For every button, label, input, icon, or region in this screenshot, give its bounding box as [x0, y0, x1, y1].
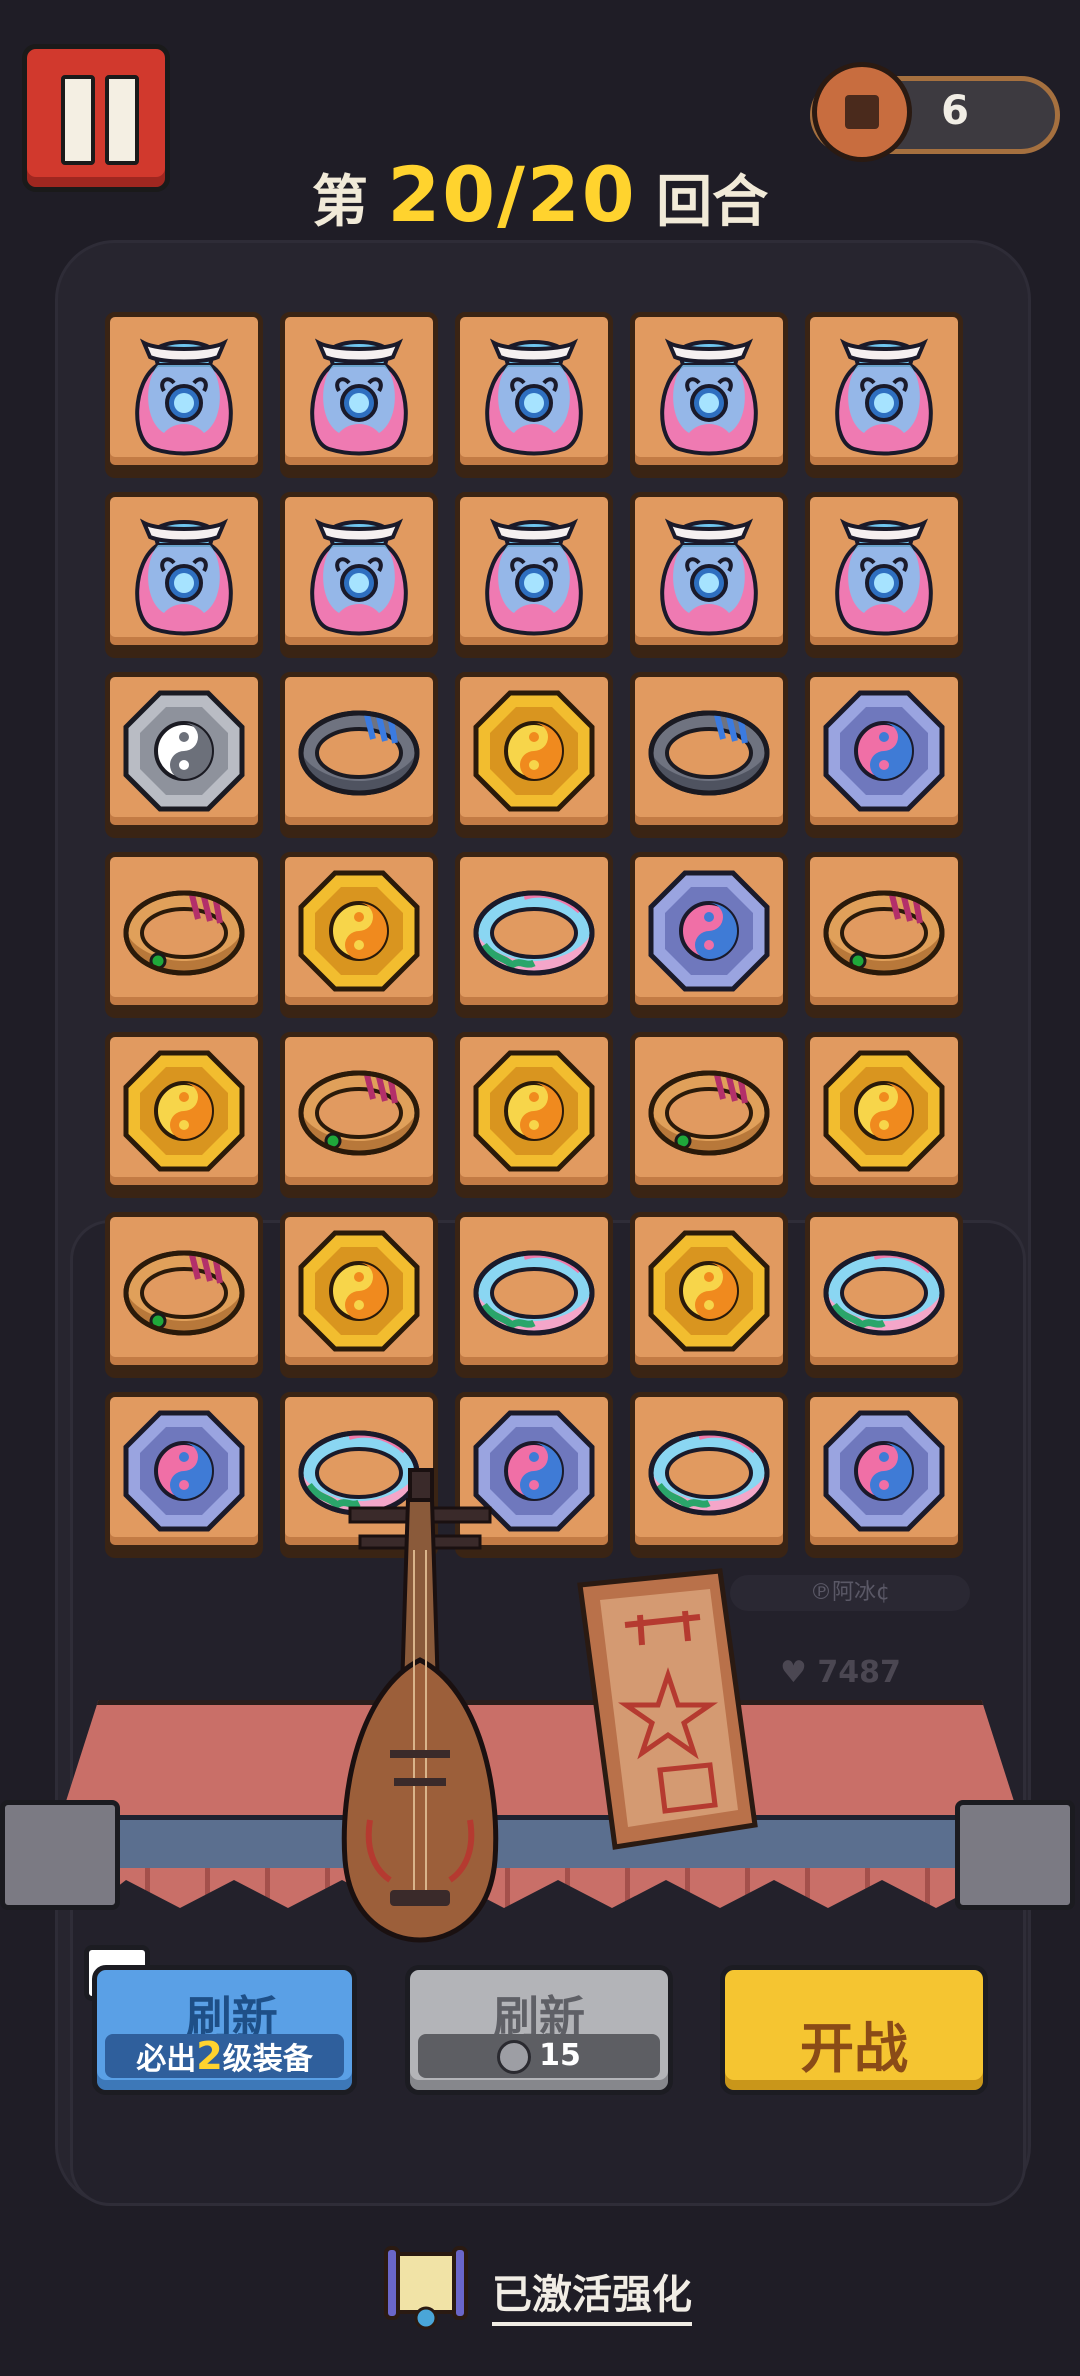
- equipment-slot[interactable]: [105, 1212, 263, 1370]
- equipment-slot[interactable]: [105, 1392, 263, 1550]
- refresh-cost: 15: [418, 2034, 660, 2078]
- equipment-slot[interactable]: [805, 1032, 963, 1190]
- equipment-slot[interactable]: [455, 1212, 613, 1370]
- equipment-slot[interactable]: [455, 672, 613, 830]
- coin-count: 6: [941, 88, 969, 134]
- stage-platform: [60, 1700, 1020, 1820]
- round-number: 20/20: [387, 150, 637, 239]
- equipment-slot[interactable]: [280, 1212, 438, 1370]
- round-indicator: 第 20/20 回合: [311, 150, 769, 239]
- equipment-slot[interactable]: [805, 1212, 963, 1370]
- start-battle-button[interactable]: 开战: [720, 1965, 988, 2095]
- opponent-score: ♥ 7487: [780, 1655, 901, 1690]
- talisman-scroll-icon[interactable]: [570, 1565, 760, 1855]
- equipment-slot[interactable]: [805, 492, 963, 650]
- equipment-slot[interactable]: [105, 672, 263, 830]
- enhancement-status[interactable]: 已激活强化: [380, 2240, 720, 2330]
- equipment-slot[interactable]: [280, 672, 438, 830]
- equipment-slot[interactable]: [455, 312, 613, 470]
- equipment-slot[interactable]: [455, 492, 613, 650]
- equipment-slot[interactable]: [105, 492, 263, 650]
- equipment-slot[interactable]: [105, 852, 263, 1010]
- equipment-grid: [105, 312, 965, 1555]
- equipment-slot[interactable]: [630, 1212, 788, 1370]
- equipment-slot[interactable]: [280, 492, 438, 650]
- equipment-slot[interactable]: [105, 312, 263, 470]
- equipment-slot[interactable]: [630, 1392, 788, 1550]
- equipment-slot[interactable]: [105, 1032, 263, 1190]
- equipment-slot[interactable]: [630, 312, 788, 470]
- refresh-button[interactable]: 刷新 15: [405, 1965, 673, 2095]
- equipment-slot[interactable]: [455, 852, 613, 1010]
- stage-front: [20, 1815, 1060, 1875]
- equipment-slot[interactable]: [455, 1032, 613, 1190]
- ad-refresh-subtitle: 必出2级装备: [105, 2034, 344, 2078]
- equipment-slot[interactable]: [805, 1392, 963, 1550]
- stage-post-left: [0, 1800, 120, 1910]
- pipa-instrument-icon[interactable]: [320, 1460, 520, 1960]
- copper-coin-icon: [812, 62, 912, 162]
- equipment-slot[interactable]: [280, 852, 438, 1010]
- scroll-icon: [384, 2246, 468, 2330]
- stage-post-right: [955, 1800, 1075, 1910]
- equipment-slot[interactable]: [805, 672, 963, 830]
- opponent-name: ℗阿冰¢: [730, 1575, 970, 1611]
- equipment-slot[interactable]: [805, 312, 963, 470]
- equipment-slot[interactable]: [630, 852, 788, 1010]
- equipment-slot[interactable]: [630, 492, 788, 650]
- equipment-slot[interactable]: [630, 1032, 788, 1190]
- ad-refresh-button[interactable]: 刷新 必出2级装备: [92, 1965, 357, 2095]
- equipment-slot[interactable]: [280, 312, 438, 470]
- equipment-slot[interactable]: [630, 672, 788, 830]
- coin-icon: [497, 2039, 532, 2074]
- equipment-slot[interactable]: [805, 852, 963, 1010]
- equipment-slot[interactable]: [280, 1032, 438, 1190]
